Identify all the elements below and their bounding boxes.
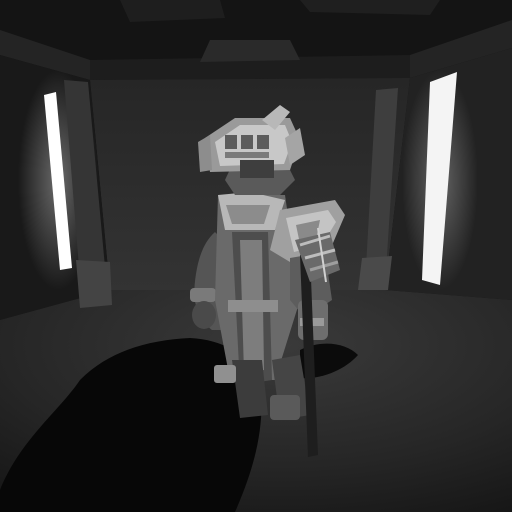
light-window-right	[402, 70, 478, 290]
game-viewport[interactable]	[0, 0, 512, 512]
game-scene	[0, 0, 512, 512]
